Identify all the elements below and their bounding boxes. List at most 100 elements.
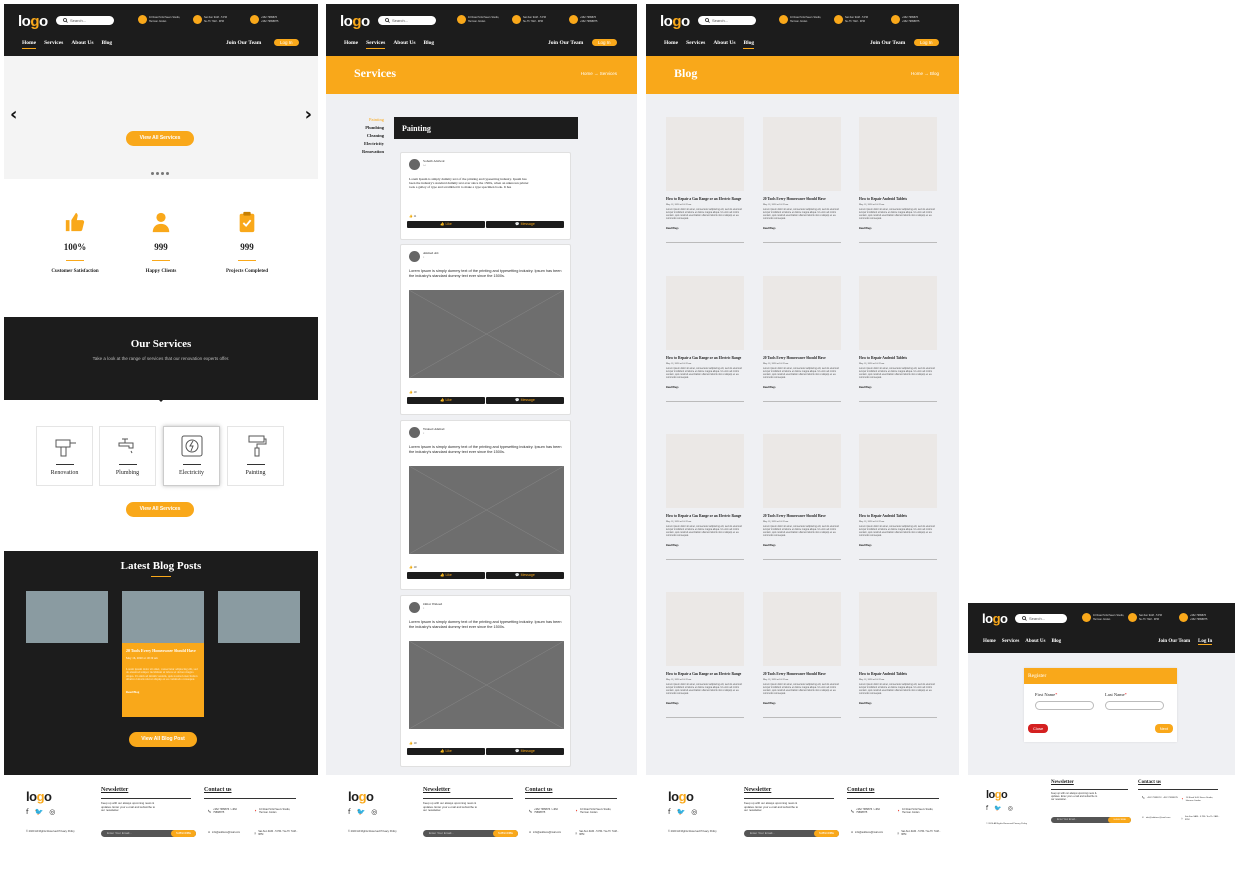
nav-about[interactable]: About Us [1025,639,1045,644]
read-blogs-link[interactable]: Read Blogs [859,702,937,705]
read-blogs-link[interactable]: Read Blogs [859,227,937,230]
instagram-icon[interactable]: ◎ [1008,805,1013,812]
nav-services[interactable]: Services [1002,639,1020,644]
blog-card-image[interactable] [859,117,937,191]
twitter-icon[interactable]: 🐦 [34,808,43,816]
login-button[interactable]: Log In [592,39,617,46]
sidebar-item-plumbing[interactable]: Plumbing [326,124,384,132]
blog-card[interactable]: How to Repair Android Tablets May 16, 202… [859,117,937,244]
search-input[interactable]: Search... [1015,614,1067,623]
read-blogs-link[interactable]: Read Blogs [859,544,937,547]
nav-blog[interactable]: Blog [101,40,112,46]
login-button[interactable]: Log In [914,39,939,46]
blog-card-image[interactable] [859,276,937,350]
blog-card[interactable]: 20 Tools Every Homeowner Should Have May … [763,117,841,244]
nav-home[interactable]: Home [22,40,37,49]
facebook-icon[interactable]: f [986,805,988,812]
read-blogs-link[interactable]: Read Blogs [666,227,744,230]
post-author[interactable]: Omar Waleed [423,602,442,606]
breadcrumb-home[interactable]: Home [581,71,593,76]
blog-card-featured[interactable]: 20 Tools Every Homeowner Should Have May… [122,643,204,717]
nav-blog[interactable]: Blog [423,40,434,46]
blog-image[interactable] [122,591,204,643]
blog-card[interactable]: How to Repair a Gas Range or an Electric… [666,276,744,403]
service-card-electricity[interactable]: Electricity [163,426,220,486]
nav-blog[interactable]: Blog [1051,639,1061,644]
next-button[interactable]: Next [1154,724,1173,733]
blog-card[interactable]: How to Repair Android Tablets May 16, 202… [859,434,937,561]
avatar[interactable] [409,602,420,613]
blog-card-image[interactable] [859,592,937,666]
facebook-icon[interactable]: f [668,808,670,816]
blog-card-image[interactable] [666,434,744,508]
chevron-left-icon[interactable]: ‹ [10,104,17,125]
nav-about[interactable]: About Us [393,40,415,46]
blog-card-image[interactable] [666,592,744,666]
like-button[interactable]: 👍 Like [407,397,485,404]
sidebar-item-renovation[interactable]: Renovation [326,148,384,156]
twitter-icon[interactable]: 🐦 [994,805,1001,812]
nav-home[interactable]: Home [664,40,678,46]
search-input[interactable]: Search... [698,16,756,25]
slider-dots[interactable] [151,172,169,175]
subscribe-button[interactable]: SUBSCRIBE [814,830,839,837]
newsletter-email-input[interactable]: Enter Your Email... SUBSCRIBE [1051,817,1131,823]
service-card-painting[interactable]: Painting [227,426,284,486]
read-blogs-link[interactable]: Read Blogs [763,702,841,705]
blog-card-image[interactable] [763,434,841,508]
join-team-link[interactable]: Join Our Team [548,40,583,46]
facebook-icon[interactable]: f [348,808,350,816]
twitter-icon[interactable]: 🐦 [676,808,685,816]
nav-about[interactable]: About Us [71,40,93,46]
blog-card-image[interactable] [763,592,841,666]
view-all-blog-button[interactable]: View All Blog Post [129,732,197,747]
search-input[interactable]: Search... [56,16,114,25]
post-author[interactable]: Waleed Ahmad [423,427,444,431]
read-blogs-link[interactable]: Read Blogs [763,386,841,389]
subscribe-button[interactable]: SUBSCRIBE [493,830,518,837]
read-blogs-link[interactable]: Read Blogs [763,544,841,547]
contact-email[interactable]: ✉ info@address@mail.com [208,831,252,834]
contact-email[interactable]: ✉ info@address@mail.com [1142,817,1180,820]
blog-card[interactable]: How to Repair a Gas Range or an Electric… [666,592,744,719]
nav-about[interactable]: About Us [713,40,735,46]
read-blogs-link[interactable]: Read Blogs [763,227,841,230]
blog-card-image[interactable] [859,434,937,508]
post-author[interactable]: Sohaib Alalwal [423,159,444,163]
sidebar-item-electricity[interactable]: Electricity [326,140,384,148]
sidebar-item-painting[interactable]: Painting [326,116,384,124]
chevron-right-icon[interactable]: › [305,104,312,125]
avatar[interactable] [409,251,420,262]
message-button[interactable]: 💬 Message [486,748,564,755]
contact-email[interactable]: ✉ info@address@mail.com [851,831,895,834]
search-input[interactable]: Search... [378,16,436,25]
read-blog-link[interactable]: Read Blog [126,690,200,694]
join-team-link[interactable]: Join Our Team [1158,639,1190,644]
login-button[interactable]: Log In [274,39,299,46]
post-image[interactable] [408,640,565,730]
newsletter-email-input[interactable]: Enter Your Email... SUBSCRIBE [744,830,839,837]
like-button[interactable]: 👍 Like [407,748,485,755]
read-blogs-link[interactable]: Read Blogs [666,544,744,547]
last-name-input[interactable] [1105,701,1164,710]
blog-card[interactable]: 20 Tools Every Homeowner Should Have May … [763,592,841,719]
blog-card[interactable]: 20 Tools Every Homeowner Should Have May … [763,434,841,561]
instagram-icon[interactable]: ◎ [49,808,55,816]
nav-home[interactable]: Home [344,40,358,46]
instagram-icon[interactable]: ◎ [691,808,697,816]
site-logo[interactable]: logo [340,13,370,30]
avatar[interactable] [409,159,420,170]
post-author[interactable]: Ahmed Ali [423,251,438,255]
newsletter-email-input[interactable]: Enter Your Email... SUBSCRIBE [423,830,518,837]
first-name-input[interactable] [1035,701,1094,710]
like-button[interactable]: 👍 Like [407,572,485,579]
site-logo[interactable]: logo [982,611,1008,626]
read-blogs-link[interactable]: Read Blogs [859,386,937,389]
newsletter-email-input[interactable]: Enter Your Email... SUBSCRIBE [101,830,196,837]
footer-logo[interactable]: logo [26,789,52,804]
view-services-button[interactable]: View All Services [126,502,194,517]
nav-services[interactable]: Services [686,40,705,46]
blog-card-image[interactable] [666,276,744,350]
blog-card-image[interactable] [763,117,841,191]
subscribe-button[interactable]: SUBSCRIBE [1108,817,1131,823]
